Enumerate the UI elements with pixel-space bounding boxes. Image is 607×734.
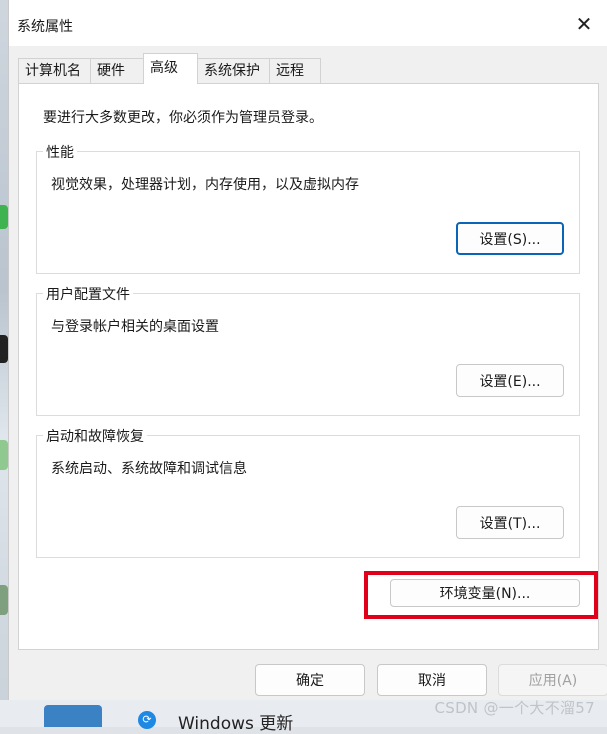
close-icon[interactable]: ✕ [566,8,602,40]
dialog-title: 系统属性 [17,19,73,35]
user-profiles-group-title: 用户配置文件 [43,284,133,304]
startup-recovery-description: 系统启动、系统故障和调试信息 [51,461,247,477]
performance-group: 性能 视觉效果，处理器计划，内存使用，以及虚拟内存 设置(S)... [36,142,580,274]
startup-recovery-settings-button[interactable]: 设置(T)... [456,506,564,539]
desktop-background [0,0,8,727]
tab-remote[interactable]: 远程 [269,58,321,83]
startup-recovery-group-title: 启动和故障恢复 [43,426,147,446]
apply-button: 应用(A) [498,664,607,696]
cancel-button[interactable]: 取消 [377,664,487,696]
startup-recovery-group: 启动和故障恢复 系统启动、系统故障和调试信息 设置(T)... [36,426,580,558]
advanced-tab-panel: 要进行大多数更改，你必须作为管理员登录。 性能 视觉效果，处理器计划，内存使用，… [18,83,599,650]
highlight-annotation-box [364,571,598,619]
tab-advanced[interactable]: 高级 [143,53,198,84]
ok-button[interactable]: 确定 [255,664,365,696]
admin-notice: 要进行大多数更改，你必须作为管理员登录。 [43,110,323,126]
tab-computer-name[interactable]: 计算机名 [18,58,91,83]
steam-app-icon[interactable] [44,705,102,727]
tab-hardware[interactable]: 硬件 [90,58,144,83]
taskbar-update-label[interactable]: Windows 更新 [178,709,293,734]
desktop-icon[interactable] [0,335,8,363]
desktop-icon[interactable] [0,585,8,615]
performance-description: 视觉效果，处理器计划，内存使用，以及虚拟内存 [51,177,359,193]
windows-update-icon[interactable]: ⟳ [138,711,156,729]
title-bar[interactable]: 系统属性 ✕ [9,0,607,46]
desktop-icon[interactable] [0,205,8,229]
desktop-icon[interactable] [0,440,8,470]
user-profiles-group: 用户配置文件 与登录帐户相关的桌面设置 设置(E)... [36,284,580,416]
performance-settings-button[interactable]: 设置(S)... [456,222,564,255]
tab-system-protection[interactable]: 系统保护 [197,58,270,83]
watermark: CSDN @一个大不溜57 [434,699,595,717]
user-profiles-settings-button[interactable]: 设置(E)... [456,364,564,397]
user-profiles-description: 与登录帐户相关的桌面设置 [51,319,219,335]
performance-group-title: 性能 [43,142,77,162]
tab-strip: 计算机名 硬件 高级 系统保护 远程 [9,46,607,84]
